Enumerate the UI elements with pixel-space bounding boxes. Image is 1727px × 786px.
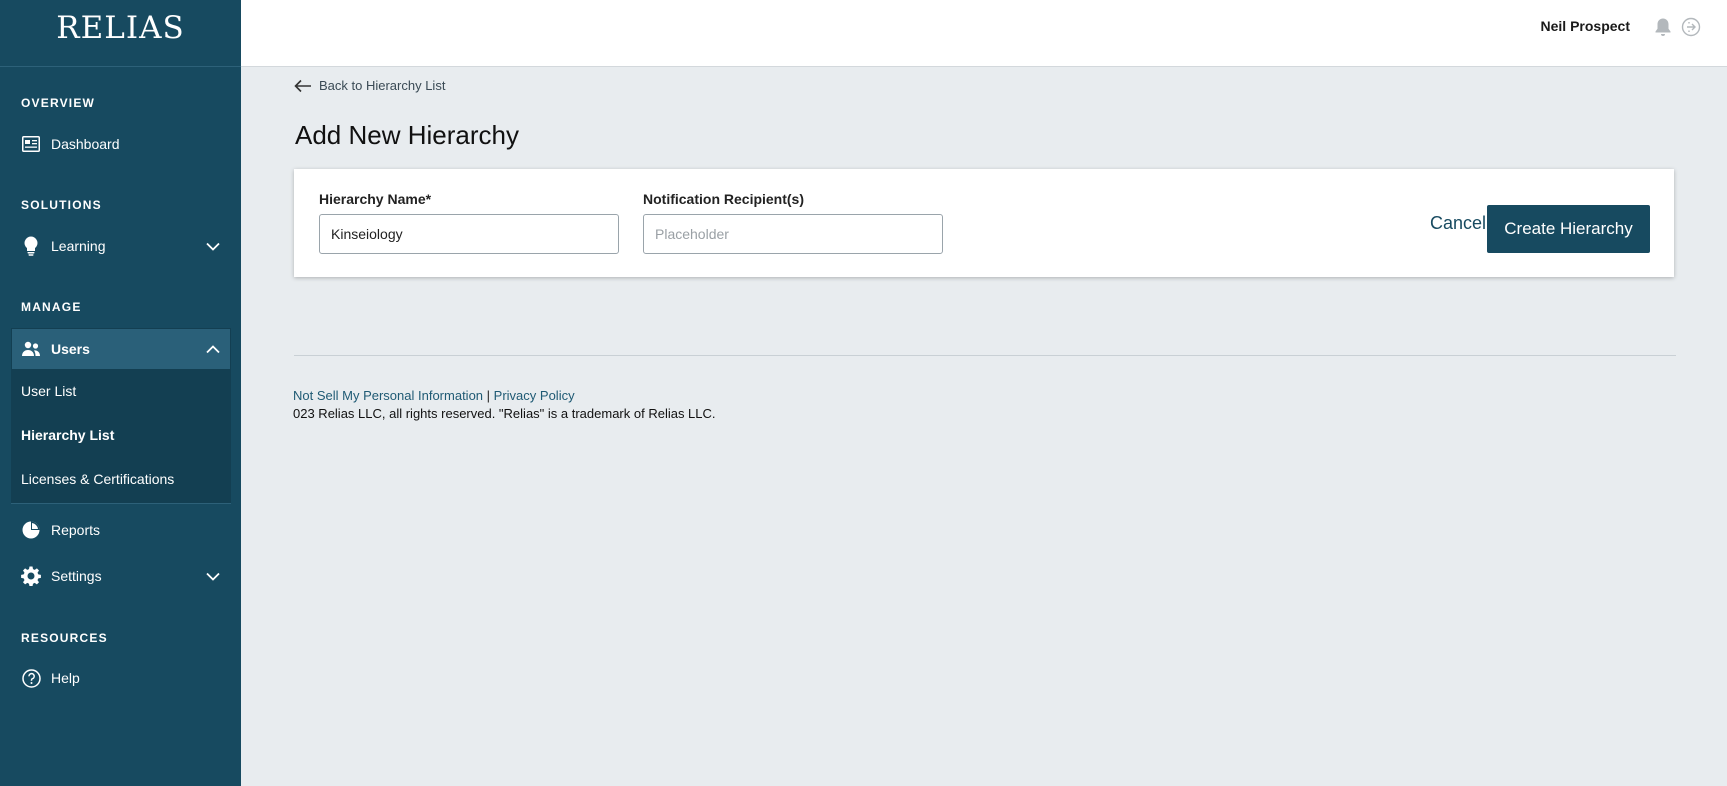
copyright-text: 023 Relias LLC, all rights reserved. "Re… bbox=[293, 406, 716, 421]
users-group: Users User List Hierarchy List Licenses … bbox=[11, 328, 231, 504]
sidebar-item-hierarchy-list[interactable]: Hierarchy List bbox=[21, 427, 114, 443]
back-to-hierarchy-list-link[interactable]: Back to Hierarchy List bbox=[294, 78, 445, 93]
chevron-up-icon[interactable] bbox=[205, 341, 221, 357]
sidebar-item-user-list[interactable]: User List bbox=[21, 383, 76, 399]
sidebar-item-label: Learning bbox=[51, 238, 106, 254]
sidebar-item-learning[interactable]: Learning bbox=[12, 226, 230, 266]
user-name[interactable]: Neil Prospect bbox=[1541, 18, 1630, 34]
pie-chart-icon bbox=[21, 520, 41, 540]
sidebar-item-label: Help bbox=[51, 670, 80, 686]
hierarchy-name-label: Hierarchy Name* bbox=[319, 191, 432, 207]
section-manage: MANAGE bbox=[21, 300, 82, 314]
notification-recipients-input[interactable] bbox=[643, 214, 943, 254]
relias-logo[interactable]: RELIAS bbox=[56, 10, 184, 46]
sidebar-item-label: Dashboard bbox=[51, 136, 120, 152]
section-overview: OVERVIEW bbox=[21, 96, 96, 110]
logout-icon[interactable] bbox=[1681, 17, 1701, 37]
privacy-policy-link[interactable]: Privacy Policy bbox=[494, 388, 575, 403]
top-bar: Neil Prospect bbox=[241, 0, 1727, 67]
dashboard-icon bbox=[21, 134, 41, 154]
back-link-label: Back to Hierarchy List bbox=[319, 78, 446, 93]
users-icon bbox=[21, 339, 41, 359]
footer-divider bbox=[294, 355, 1676, 356]
sidebar-item-label: Users bbox=[51, 341, 90, 357]
sidebar-item-reports[interactable]: Reports bbox=[12, 510, 230, 550]
sidebar-item-licenses[interactable]: Licenses & Certifications bbox=[21, 471, 174, 487]
sidebar-item-label: Settings bbox=[51, 568, 102, 584]
hierarchy-form-card: Hierarchy Name* Notification Recipient(s… bbox=[294, 169, 1674, 277]
sidebar-item-label: Reports bbox=[51, 522, 101, 538]
sidebar-item-help[interactable]: Help bbox=[12, 658, 230, 698]
sidebar-item-settings[interactable]: Settings bbox=[12, 556, 230, 596]
cancel-button[interactable]: Cancel bbox=[1430, 203, 1486, 243]
sidebar-item-users[interactable]: Users bbox=[12, 329, 230, 369]
logo-bar: RELIAS bbox=[0, 0, 241, 67]
lightbulb-icon bbox=[21, 236, 41, 256]
notification-recipients-label: Notification Recipient(s) bbox=[643, 191, 805, 207]
hierarchy-name-input[interactable] bbox=[319, 214, 619, 254]
footer-links: Not Sell My Personal Information | Priva… bbox=[293, 388, 575, 403]
chevron-down-icon[interactable] bbox=[205, 238, 221, 254]
section-solutions: SOLUTIONS bbox=[21, 198, 102, 212]
footer-separator: | bbox=[486, 388, 491, 403]
gear-icon bbox=[21, 566, 41, 586]
section-resources: RESOURCES bbox=[21, 631, 108, 645]
arrow-left-icon bbox=[294, 79, 312, 93]
create-hierarchy-button[interactable]: Create Hierarchy bbox=[1487, 205, 1650, 253]
page-title: Add New Hierarchy bbox=[295, 120, 519, 150]
bell-icon[interactable] bbox=[1654, 17, 1672, 37]
chevron-down-icon[interactable] bbox=[205, 568, 221, 584]
help-icon bbox=[21, 668, 41, 688]
sidebar: RELIAS OVERVIEW Dashboard SOLUTIONS Lear… bbox=[0, 0, 241, 786]
do-not-sell-link[interactable]: Not Sell My Personal Information bbox=[293, 388, 483, 403]
sidebar-item-dashboard[interactable]: Dashboard bbox=[12, 124, 230, 164]
